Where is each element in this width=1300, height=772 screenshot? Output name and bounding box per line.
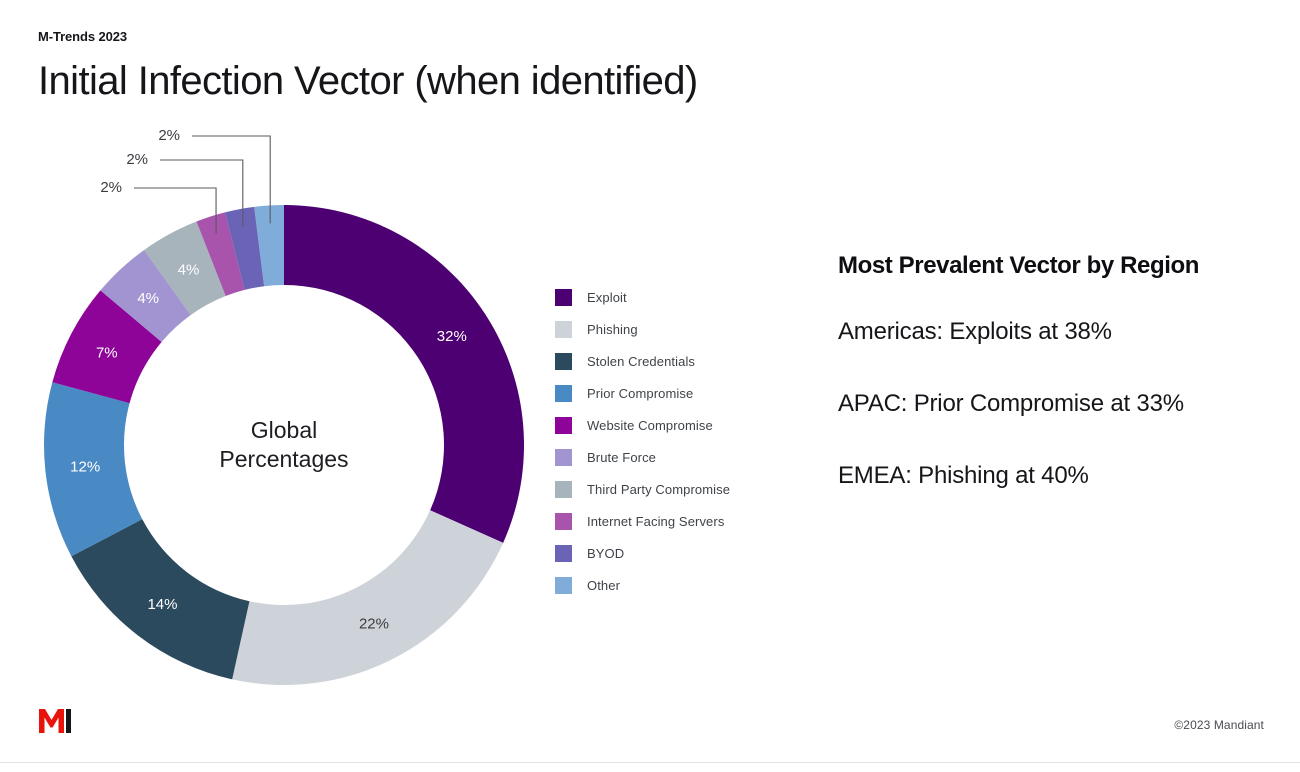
legend-item[interactable]: Stolen Credentials <box>555 345 785 377</box>
region-panel-heading: Most Prevalent Vector by Region <box>838 252 1200 279</box>
report-eyebrow: M-Trends 2023 <box>38 29 128 44</box>
legend-item-label: Website Compromise <box>587 417 713 433</box>
callout-value-label: 2% <box>158 127 180 144</box>
legend-swatch-icon <box>555 576 572 594</box>
region-line-americas: Americas: Exploits at 38% <box>838 318 1112 345</box>
legend-swatch-icon <box>555 384 572 402</box>
legend-item-label: Brute Force <box>587 449 657 465</box>
legend-item-label: Exploit <box>587 289 627 305</box>
center-label-line2: Percentages <box>219 446 348 472</box>
legend-swatch-icon <box>555 416 572 434</box>
chart-legend: Exploit Phishing Stolen Credentials Prior C… <box>555 281 785 601</box>
donut-chart-svg: 32%22%14%12%7%4%4% 2%2%2% Global Percent… <box>44 127 524 685</box>
legend-swatch-icon <box>555 448 572 466</box>
legend-item-label: BYOD <box>587 545 625 561</box>
callout-value-label: 2% <box>100 179 122 196</box>
legend-item-label: Other <box>587 577 621 593</box>
legend-swatch-icon <box>555 288 572 306</box>
legend-item[interactable]: Exploit <box>555 281 785 313</box>
legend-item[interactable]: Third Party Compromise <box>555 473 785 505</box>
region-summary-panel: Most Prevalent Vector by Region Americas… <box>838 252 1278 490</box>
legend-item-label: Stolen Credentials <box>587 353 696 369</box>
slice-value-label: 4% <box>178 261 200 278</box>
region-line-apac: APAC: Prior Compromise at 33% <box>838 390 1184 417</box>
slice-value-label: 22% <box>359 616 389 633</box>
slide-header: M-Trends 2023 Initial Infection Vector (… <box>38 29 938 104</box>
slice-value-label: 14% <box>147 596 177 613</box>
region-line-emea: EMEA: Phishing at 40% <box>838 462 1089 489</box>
donut-slice[interactable] <box>232 510 504 685</box>
legend-swatch-icon <box>555 352 572 370</box>
legend-item-label: Third Party Compromise <box>587 481 731 497</box>
callout-value-label: 2% <box>126 151 148 168</box>
slice-value-label: 7% <box>96 344 118 361</box>
legend-swatch-icon <box>555 480 572 498</box>
slice-value-label: 4% <box>137 290 159 307</box>
slice-value-label: 12% <box>70 459 100 476</box>
legend-item[interactable]: Other <box>555 569 785 601</box>
legend-swatch-icon <box>555 320 572 338</box>
legend-item-label: Prior Compromise <box>587 385 694 401</box>
legend-item[interactable]: BYOD <box>555 537 785 569</box>
donut-slice[interactable] <box>284 205 524 543</box>
legend-swatch-icon <box>555 512 572 530</box>
legend-swatch-icon <box>555 544 572 562</box>
mandiant-logo-icon <box>39 709 71 733</box>
legend-item-label: Internet Facing Servers <box>587 513 725 529</box>
copyright-text: ©2023 Mandiant <box>1174 718 1264 732</box>
donut-slices <box>44 205 524 685</box>
donut-chart: 32% 22% 14% 12% 7% 4% 4% 2% 2% 2% Global Percent… <box>0 120 560 700</box>
slice-value-label: 32% <box>437 328 467 345</box>
legend-item[interactable]: Internet Facing Servers <box>555 505 785 537</box>
legend-item[interactable]: Website Compromise <box>555 409 785 441</box>
legend-item[interactable]: Brute Force <box>555 441 785 473</box>
bottom-divider <box>0 762 1300 763</box>
center-label-line1: Global <box>251 417 317 443</box>
page-title: Initial Infection Vector (when identifie… <box>38 59 698 104</box>
legend-item[interactable]: Phishing <box>555 313 785 345</box>
legend-item[interactable]: Prior Compromise <box>555 377 785 409</box>
legend-item-label: Phishing <box>587 321 638 337</box>
